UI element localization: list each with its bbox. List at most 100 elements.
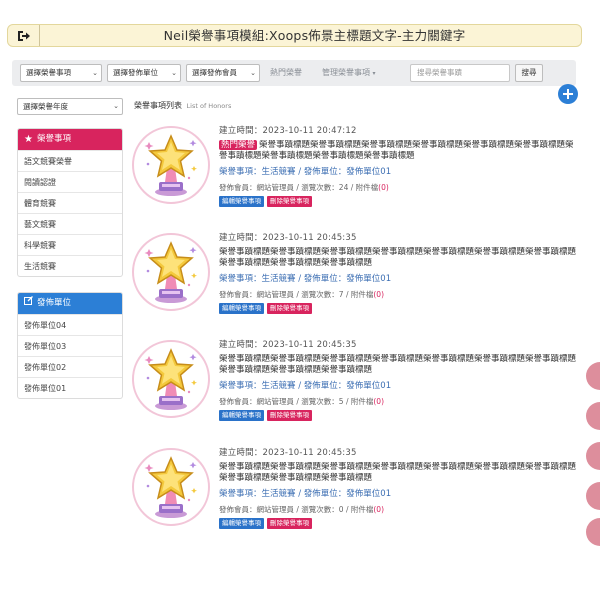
trophy-star-icon	[144, 456, 197, 518]
nav-hot-honors[interactable]: 熱門榮譽	[270, 64, 302, 82]
search-input[interactable]: 搜尋榮譽事蹟	[410, 64, 510, 82]
unit-select[interactable]: 選擇發佈單位 ⌄	[107, 64, 181, 82]
delete-honor-button[interactable]: 刪除榮譽事項	[267, 410, 312, 421]
edit-icon	[24, 293, 33, 314]
honor-item-select[interactable]: 選擇榮譽事項 ⌄	[20, 64, 102, 82]
honor-attachments: 附件檔	[350, 505, 374, 514]
honor-item-link[interactable]: 榮譽事項：生活競賽	[219, 167, 296, 177]
chevron-down-icon: ⌄	[113, 102, 119, 110]
honor-unit-link[interactable]: 發佈單位：發佈單位01	[304, 167, 391, 177]
star-icon: ★	[24, 134, 33, 145]
honor-attachment-count: (0)	[378, 183, 389, 192]
separator: /	[348, 183, 356, 192]
honor-actions: 編輯榮譽事項 刪除榮譽事項	[219, 410, 577, 421]
trophy-star-icon	[144, 134, 197, 196]
honor-info: 建立時間：2023-10-11 20:45:35 榮譽事蹟標題榮譽事蹟標題榮譽事蹟…	[219, 233, 577, 314]
edit-honor-button[interactable]: 編輯榮譽事項	[219, 196, 264, 207]
honor-date: 建立時間：2023-10-11 20:45:35	[219, 448, 357, 458]
edge-decoration	[586, 482, 600, 510]
honor-meta-line: 榮譽事項：生活競賽 / 發佈單位：發佈單位01	[219, 381, 577, 393]
honor-attachments: 附件檔	[350, 397, 374, 406]
search-button[interactable]: 搜尋	[515, 64, 543, 82]
units-box: 發佈單位 發佈單位04 發佈單位03 發佈單位02 發佈單位01	[17, 292, 123, 399]
delete-honor-button[interactable]: 刪除榮譽事項	[267, 303, 312, 314]
honor-card: 建立時間：2023-10-11 20:47:12 熱門榮譽 榮譽事蹟標題榮譽事蹟標題…	[132, 126, 582, 226]
honor-thumbnail[interactable]	[132, 340, 210, 418]
honor-items-box: ★ 榮譽事項 語文競賽榮譽 閱讀認證 體育競賽 藝文競賽 科學競賽 生活競賽	[17, 128, 123, 277]
exit-button[interactable]	[8, 25, 40, 46]
honor-items-header[interactable]: ★ 榮譽事項	[18, 129, 122, 150]
sidebar-item-arts[interactable]: 藝文競賽	[18, 213, 122, 234]
honor-item-link[interactable]: 榮譽事項：生活競賽	[219, 489, 296, 499]
delete-honor-button[interactable]: 刪除榮譽事項	[267, 518, 312, 529]
honor-item-select-label: 選擇榮譽事項	[26, 68, 71, 77]
honor-unit-link[interactable]: 發佈單位：發佈單位01	[304, 274, 391, 284]
sidebar-item-unit03[interactable]: 發佈單位03	[18, 335, 122, 356]
sidebar-item-unit04[interactable]: 發佈單位04	[18, 314, 122, 335]
honor-views: 瀏覽次數：0	[301, 505, 344, 514]
edit-honor-button[interactable]: 編輯榮譽事項	[219, 303, 264, 314]
honor-stats-line: 發佈會員：網站管理員 / 瀏覽次數：7 / 附件檔(0)	[219, 289, 577, 300]
honor-item-link[interactable]: 榮譽事項：生活競賽	[219, 274, 296, 284]
list-title: 榮譽事項列表 List of Honors	[134, 100, 231, 111]
honor-thumbnail[interactable]	[132, 126, 210, 204]
honor-actions: 編輯榮譽事項 刪除榮譽事項	[219, 196, 577, 207]
honor-title: 榮譽事蹟標題榮譽事蹟標題榮譽事蹟標題榮譽事蹟標題榮譽事蹟標題榮譽事蹟標題榮譽事蹟…	[219, 140, 574, 161]
add-honor-button[interactable]	[558, 84, 578, 104]
honor-title-link[interactable]: 熱門榮譽 榮譽事蹟標題榮譽事蹟標題榮譽事蹟標題榮譽事蹟標題榮譽事蹟標題榮譽事蹟標題…	[219, 140, 577, 164]
honor-publisher: 發佈會員：網站管理員	[219, 290, 294, 299]
honor-title: 榮譽事蹟標題榮譽事蹟標題榮譽事蹟標題榮譽事蹟標題榮譽事蹟標題榮譽事蹟標題榮譽事蹟…	[219, 354, 577, 375]
unit-select-label: 選擇發佈單位	[113, 68, 158, 77]
edit-honor-button[interactable]: 編輯榮譽事項	[219, 410, 264, 421]
honor-meta-line: 榮譽事項：生活競賽 / 發佈單位：發佈單位01	[219, 167, 577, 179]
honor-views: 瀏覽次數：7	[301, 290, 344, 299]
chevron-down-icon: ⌄	[171, 69, 177, 77]
honor-thumbnail[interactable]	[132, 233, 210, 311]
honor-title: 榮譽事蹟標題榮譽事蹟標題榮譽事蹟標題榮譽事蹟標題榮譽事蹟標題榮譽事蹟標題榮譽事蹟…	[219, 247, 577, 268]
honor-unit-link[interactable]: 發佈單位：發佈單位01	[304, 489, 391, 499]
edge-decoration	[586, 362, 600, 390]
honor-title-link[interactable]: 榮譽事蹟標題榮譽事蹟標題榮譽事蹟標題榮譽事蹟標題榮譽事蹟標題榮譽事蹟標題榮譽事蹟…	[219, 354, 577, 378]
sidebar-item-sports[interactable]: 體育競賽	[18, 192, 122, 213]
honor-title-link[interactable]: 榮譽事蹟標題榮譽事蹟標題榮譽事蹟標題榮譽事蹟標題榮譽事蹟標題榮譽事蹟標題榮譽事蹟…	[219, 247, 577, 271]
edit-honor-button[interactable]: 編輯榮譽事項	[219, 518, 264, 529]
search-toolbar: 選擇榮譽事項 ⌄ 選擇發佈單位 ⌄ 選擇發佈會員 ⌄ 熱門榮譽 管理榮譽事項 ▾…	[12, 60, 576, 86]
header-banner: Neil榮譽事項模組:Xoops佈景主標題文字-主力關鍵字	[7, 24, 582, 47]
sidebar-item-unit01[interactable]: 發佈單位01	[18, 377, 122, 398]
sidebar-item-science[interactable]: 科學競賽	[18, 234, 122, 255]
sidebar-item-unit02[interactable]: 發佈單位02	[18, 356, 122, 377]
honor-info: 建立時間：2023-10-11 20:45:35 榮譽事蹟標題榮譽事蹟標題榮譽事蹟…	[219, 340, 577, 421]
sidebar-item-life[interactable]: 生活競賽	[18, 255, 122, 276]
honor-date: 建立時間：2023-10-11 20:45:35	[219, 233, 357, 243]
list-title-en: List of Honors	[186, 102, 232, 110]
honor-attachments: 附件檔	[355, 183, 379, 192]
honor-views: 瀏覽次數：5	[301, 397, 344, 406]
edge-decoration	[586, 518, 600, 546]
sidebar-item-language[interactable]: 語文競賽榮譽	[18, 150, 122, 171]
separator: /	[295, 274, 304, 284]
honor-thumbnail[interactable]	[132, 448, 210, 526]
honor-info: 建立時間：2023-10-11 20:47:12 熱門榮譽 榮譽事蹟標題榮譽事蹟標題…	[219, 126, 577, 207]
sidebar-item-reading[interactable]: 閱讀認證	[18, 171, 122, 192]
separator: /	[343, 505, 351, 514]
separator: /	[343, 290, 351, 299]
honor-meta-line: 榮譽事項：生活競賽 / 發佈單位：發佈單位01	[219, 274, 577, 286]
member-select[interactable]: 選擇發佈會員 ⌄	[186, 64, 260, 82]
nav-manage-honors[interactable]: 管理榮譽事項 ▾	[322, 64, 376, 82]
honor-stats-line: 發佈會員：網站管理員 / 瀏覽次數：0 / 附件檔(0)	[219, 504, 577, 515]
delete-honor-button[interactable]: 刪除榮譽事項	[267, 196, 312, 207]
site-title: Neil榮譽事項模組:Xoops佈景主標題文字-主力關鍵字	[163, 28, 466, 43]
honor-date: 建立時間：2023-10-11 20:47:12	[219, 126, 357, 136]
honor-unit-link[interactable]: 發佈單位：發佈單位01	[304, 381, 391, 391]
year-select[interactable]: 選擇榮譽年度 ⌄	[17, 98, 123, 115]
separator: /	[295, 381, 304, 391]
honor-attachments: 附件檔	[350, 290, 374, 299]
exit-icon	[17, 30, 30, 41]
honor-info: 建立時間：2023-10-11 20:45:35 榮譽事蹟標題榮譽事蹟標題榮譽事蹟…	[219, 448, 577, 529]
honor-title-link[interactable]: 榮譽事蹟標題榮譽事蹟標題榮譽事蹟標題榮譽事蹟標題榮譽事蹟標題榮譽事蹟標題榮譽事蹟…	[219, 462, 577, 486]
honor-item-link[interactable]: 榮譽事項：生活競賽	[219, 381, 296, 391]
units-header[interactable]: 發佈單位	[18, 293, 122, 314]
honor-title: 榮譽事蹟標題榮譽事蹟標題榮譽事蹟標題榮譽事蹟標題榮譽事蹟標題榮譽事蹟標題榮譽事蹟…	[219, 462, 577, 483]
member-select-label: 選擇發佈會員	[192, 68, 237, 77]
year-select-label: 選擇榮譽年度	[23, 102, 68, 111]
